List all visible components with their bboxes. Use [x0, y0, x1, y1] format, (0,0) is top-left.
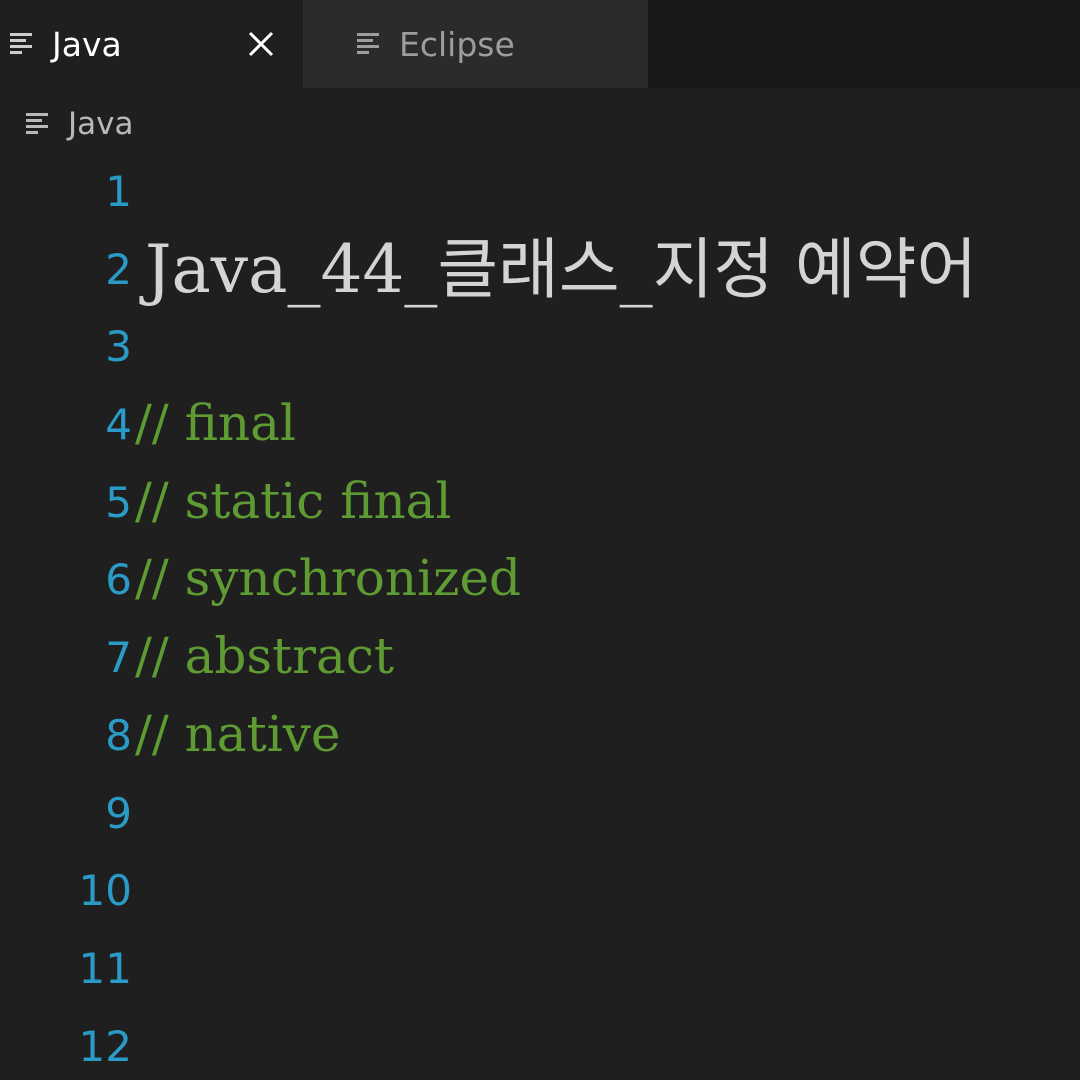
- file-lines-icon: [357, 33, 379, 54]
- code-line: 9: [0, 776, 1080, 854]
- line-number: 4: [105, 400, 132, 450]
- line-number: 9: [105, 788, 132, 838]
- line-number: 6: [105, 555, 132, 605]
- comment-text: // static final: [135, 471, 452, 530]
- breadcrumb[interactable]: Java: [26, 104, 133, 144]
- comment-text: // final: [135, 394, 296, 453]
- line-number: 5: [105, 477, 132, 527]
- code-line: 8 // native: [0, 698, 1080, 776]
- code-line: 4 // final: [0, 387, 1080, 465]
- tab-label-eclipse: Eclipse: [399, 24, 515, 64]
- line-number: 7: [105, 633, 132, 683]
- code-line: 5 // static final: [0, 465, 1080, 543]
- tab-java[interactable]: Java: [0, 0, 303, 88]
- tab-eclipse[interactable]: Eclipse: [303, 0, 648, 88]
- code-editor[interactable]: 1 2 Java_44_클래스_지정 예약어 3 4 // final 5 //…: [0, 154, 1080, 1080]
- file-lines-icon: [10, 33, 32, 54]
- line-number: 11: [78, 943, 132, 993]
- file-lines-icon: [26, 113, 48, 134]
- line-number: 10: [78, 866, 132, 916]
- tab-bar: Java Eclipse: [0, 0, 1080, 88]
- breadcrumb-label: Java: [68, 106, 134, 142]
- line-number: 3: [105, 322, 132, 372]
- code-line: 7 // abstract: [0, 620, 1080, 698]
- code-line: 2 Java_44_클래스_지정 예약어: [0, 230, 1080, 310]
- line-number: 1: [105, 167, 132, 216]
- comment-text: // abstract: [135, 627, 394, 686]
- tab-label-java: Java: [52, 24, 122, 64]
- comment-text: // synchronized: [135, 549, 522, 608]
- code-line: 3: [0, 309, 1080, 387]
- code-line: 6 // synchronized: [0, 542, 1080, 620]
- line-number: 12: [78, 1021, 132, 1071]
- close-icon[interactable]: [247, 30, 275, 58]
- code-line: 1: [0, 154, 1080, 232]
- code-line: 12: [0, 1009, 1080, 1080]
- line-number: 2: [105, 244, 132, 294]
- line-number: 8: [105, 710, 132, 760]
- comment-text: // native: [135, 704, 341, 763]
- code-line: 11: [0, 931, 1080, 1009]
- title-text: Java_44_클래스_지정 예약어: [145, 230, 978, 308]
- code-line: 10: [0, 853, 1080, 931]
